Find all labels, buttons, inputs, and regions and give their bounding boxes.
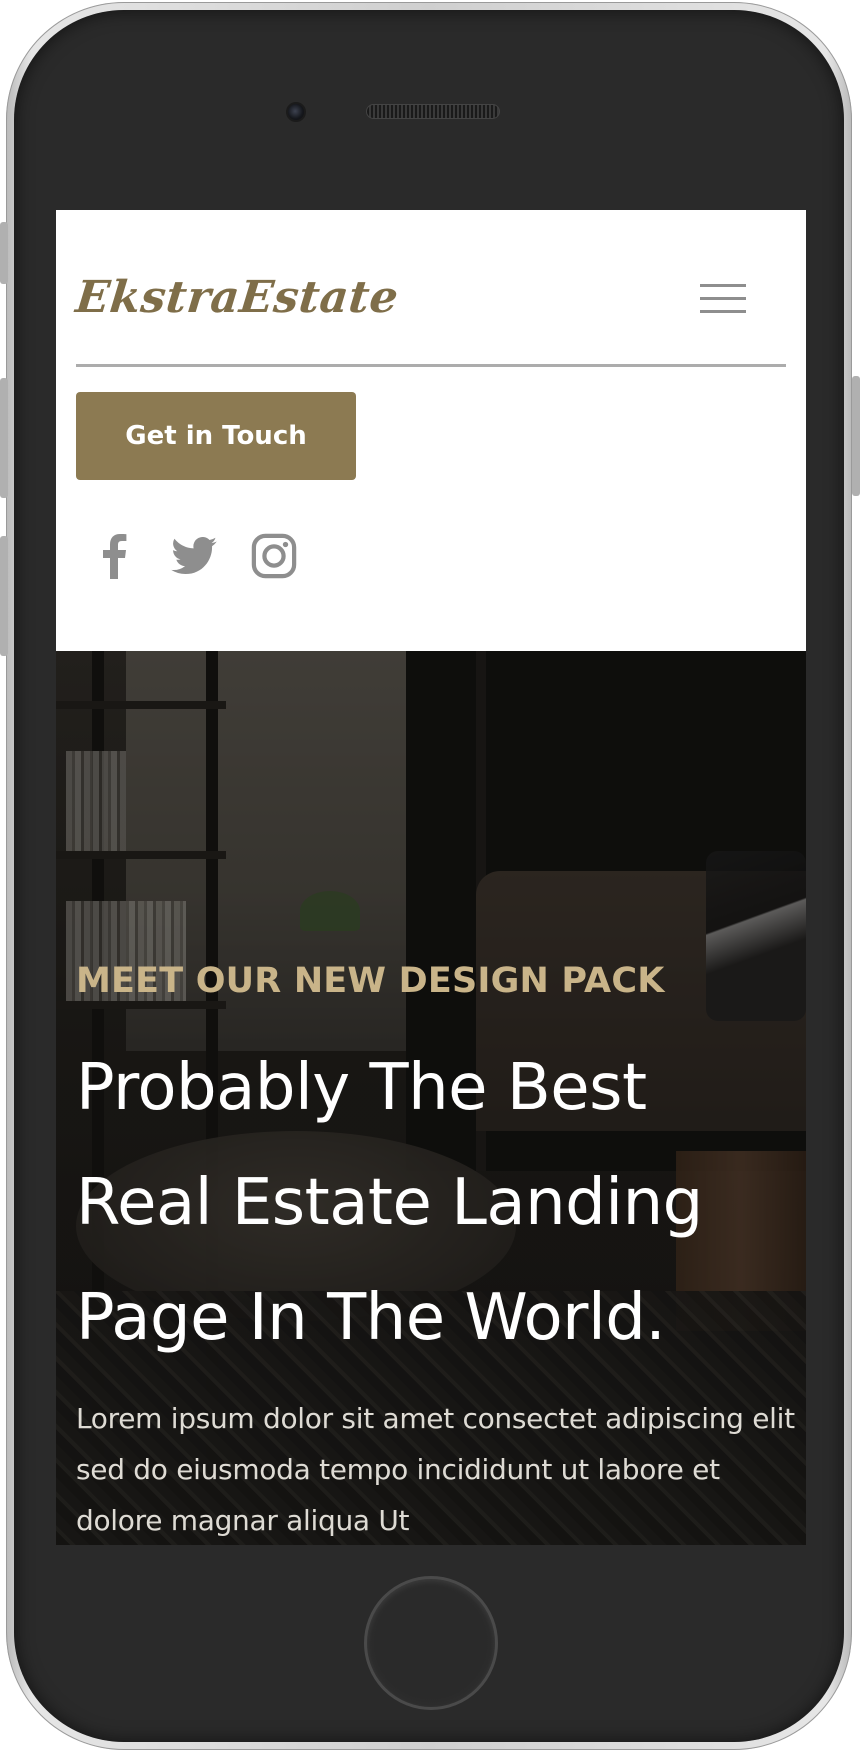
earpiece-speaker (366, 104, 500, 119)
hero-section: MEET OUR NEW DESIGN PACK Probably The Be… (56, 651, 806, 1545)
site-logo[interactable]: EkstraEstate (73, 272, 401, 323)
hero-headline: Probably The Best Real Estate Landing Pa… (76, 1031, 796, 1376)
power-button (852, 376, 860, 496)
volume-down-button (0, 536, 8, 656)
get-in-touch-button[interactable]: Get in Touch (76, 392, 356, 480)
hamburger-menu-icon[interactable] (700, 284, 746, 314)
hero-eyebrow: MEET OUR NEW DESIGN PACK (76, 961, 665, 1001)
phone-screen: EkstraEstate Get in Touch MEET OUR NEW D… (56, 210, 806, 1545)
header-divider (76, 364, 786, 367)
volume-up-button (0, 378, 8, 498)
site-header: EkstraEstate Get in Touch (56, 210, 806, 651)
mute-switch (0, 222, 8, 284)
front-camera (286, 102, 306, 122)
headline-line: Real Estate Landing (76, 1166, 703, 1240)
instagram-icon[interactable] (246, 528, 302, 584)
facebook-icon[interactable] (94, 528, 134, 584)
headline-line: Probably The Best (76, 1051, 647, 1125)
home-button[interactable] (364, 1576, 498, 1710)
twitter-icon[interactable] (166, 528, 222, 584)
hero-body-text: Lorem ipsum dolor sit amet consectet adi… (76, 1402, 795, 1537)
headline-line: Page In The World. (76, 1281, 666, 1355)
